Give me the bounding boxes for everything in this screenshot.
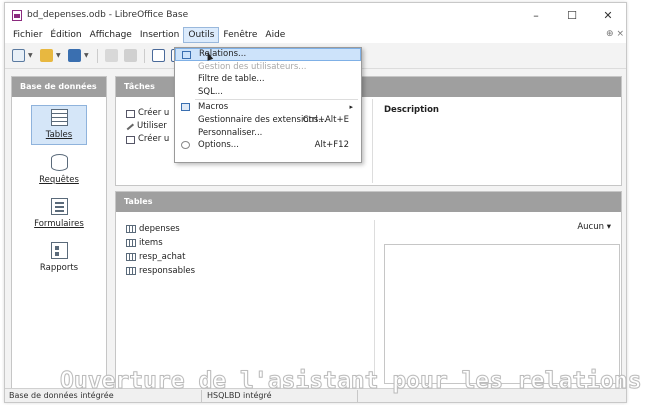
view-icon <box>126 135 135 144</box>
menu-edition[interactable]: Édition <box>46 27 85 43</box>
table-row[interactable]: depenses <box>126 222 195 236</box>
table-name: depenses <box>139 224 180 234</box>
tables-divider <box>374 220 375 380</box>
menu-item-shortcut: Alt+F12 <box>314 140 349 151</box>
menu-insertion[interactable]: Insertion <box>136 27 184 43</box>
menu-aide[interactable]: Aide <box>261 27 289 43</box>
base-app-icon <box>12 9 22 21</box>
sort-ascending-icon[interactable] <box>152 49 165 62</box>
menu-item-extension-manager[interactable]: Gestionnaire des extensions... Ctrl+Alt+… <box>175 114 361 127</box>
copy-icon[interactable] <box>105 49 118 62</box>
task-label: Créer u <box>138 108 170 118</box>
minimize-button[interactable]: – <box>518 3 554 27</box>
menu-item-label: Filtre de table... <box>198 74 265 85</box>
toolbar-separator <box>97 48 98 63</box>
table-icon <box>126 225 136 233</box>
help-close-icon[interactable]: ⊕ × <box>606 29 624 39</box>
nav-formulaires[interactable]: Formulaires <box>31 195 87 233</box>
nav-rapports-label: Rapports <box>39 263 79 273</box>
open-dropdown-icon[interactable]: ▼ <box>56 52 62 59</box>
reports-icon <box>50 242 68 259</box>
wizard-wand-icon <box>125 122 135 131</box>
open-folder-icon[interactable] <box>40 49 53 62</box>
menu-item-relations[interactable]: Relations... <box>175 48 361 61</box>
menu-item-user-management[interactable]: Gestion des utilisateurs... <box>175 61 361 74</box>
table-name: resp_achat <box>139 252 186 262</box>
description-title: Description <box>384 105 439 115</box>
menu-item-label: Personnaliser... <box>198 127 263 138</box>
nav-requetes-label: Requêtes <box>39 175 79 185</box>
database-pane-header: Base de données <box>12 77 106 97</box>
save-icon[interactable] <box>68 49 81 62</box>
table-row[interactable]: responsables <box>126 264 195 278</box>
tables-pane: Tables depenses items resp_achat respons… <box>115 191 622 389</box>
preview-area <box>384 244 620 384</box>
database-pane: Base de données Tables Requêtes Formulai… <box>11 76 107 389</box>
tables-icon <box>50 109 68 126</box>
queries-icon <box>50 154 68 171</box>
relations-icon <box>182 51 191 59</box>
menu-item-table-filter[interactable]: Filtre de table... <box>175 73 361 86</box>
libreoffice-base-window: bd_depenses.odb - LibreOffice Base – ☐ ✕… <box>4 2 627 403</box>
menu-item-customize[interactable]: Personnaliser... <box>175 127 361 140</box>
table-row[interactable]: resp_achat <box>126 250 195 264</box>
table-name: items <box>139 238 163 248</box>
menu-outils[interactable]: Outils <box>183 27 220 43</box>
menu-item-options[interactable]: Options... Alt+F12 <box>175 139 361 152</box>
task-create-view[interactable]: Créer u <box>126 133 169 146</box>
title-bar: bd_depenses.odb - LibreOffice Base – ☐ ✕ <box>5 3 626 27</box>
nav-requetes[interactable]: Requêtes <box>31 151 87 189</box>
chevron-down-icon: ▾ <box>606 222 611 232</box>
table-icon <box>126 267 136 275</box>
task-create-design[interactable]: Créer u <box>126 107 169 120</box>
paste-icon[interactable] <box>124 49 137 62</box>
save-dropdown-icon[interactable]: ▼ <box>84 52 90 59</box>
table-icon <box>126 253 136 261</box>
table-row[interactable]: items <box>126 236 195 250</box>
toolbar-separator <box>144 48 145 63</box>
preview-mode-label: Aucun <box>577 222 605 232</box>
task-use-wizard[interactable]: Utiliser <box>125 120 169 133</box>
preview-mode-dropdown[interactable]: Aucun ▾ <box>577 222 611 232</box>
nav-formulaires-label: Formulaires <box>34 219 84 229</box>
menu-bar: Fichier Édition Affichage Insertion Outi… <box>5 27 626 43</box>
menu-item-label: Gestion des utilisateurs... <box>198 61 307 72</box>
tables-pane-header: Tables <box>116 192 621 212</box>
maximize-button[interactable]: ☐ <box>554 3 590 27</box>
table-name: responsables <box>139 266 196 276</box>
options-gear-icon <box>181 141 190 150</box>
new-document-icon[interactable] <box>12 49 25 62</box>
menu-item-label: Options... <box>198 140 239 151</box>
menu-item-label: Macros <box>198 102 229 113</box>
menu-item-macros[interactable]: Macros ▸ <box>175 101 361 114</box>
window-title: bd_depenses.odb - LibreOffice Base <box>27 10 189 20</box>
menu-item-label: SQL... <box>198 86 223 97</box>
submenu-arrow-icon: ▸ <box>349 103 353 112</box>
nav-tables[interactable]: Tables <box>31 105 87 145</box>
macros-icon <box>181 103 190 112</box>
forms-icon <box>50 198 68 215</box>
menu-fichier[interactable]: Fichier <box>9 27 46 43</box>
table-design-icon <box>126 109 135 118</box>
menu-separator <box>195 99 358 101</box>
overlay-caption: Ouverture de l'asistant pour les relatio… <box>60 368 643 395</box>
close-button[interactable]: ✕ <box>590 3 626 27</box>
menu-item-sql[interactable]: SQL... <box>175 86 361 99</box>
nav-tables-label: Tables <box>45 130 73 140</box>
menu-affichage[interactable]: Affichage <box>86 27 136 43</box>
nav-rapports[interactable]: Rapports <box>31 239 87 277</box>
task-label: Créer u <box>138 134 170 144</box>
table-icon <box>126 239 136 247</box>
menu-item-shortcut: Ctrl+Alt+E <box>302 114 349 125</box>
tasks-divider <box>372 99 373 183</box>
task-label: Utiliser <box>137 121 167 131</box>
menu-fenetre[interactable]: Fenêtre <box>219 27 261 43</box>
new-dropdown-icon[interactable]: ▼ <box>28 52 34 59</box>
outils-dropdown-menu: Relations... Gestion des utilisateurs...… <box>174 47 362 163</box>
